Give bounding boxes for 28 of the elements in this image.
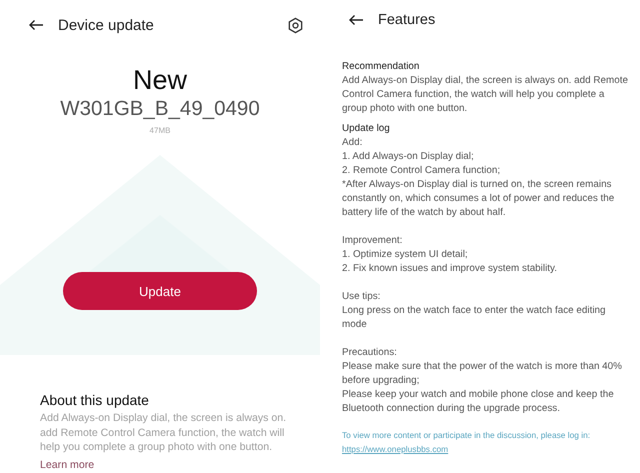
text-line: *After Always-on Display dial is turned on, the screen remains constantly on, which consumes a lot of power and reduces the battery life of the watch by about half. — [342, 178, 616, 220]
text-line: Precautions: — [342, 346, 398, 360]
about-title: About this update — [40, 391, 150, 409]
back-arrow-icon[interactable] — [348, 14, 364, 26]
text-line: Improvement: — [342, 234, 404, 248]
file-size: 47MB — [150, 126, 170, 135]
login-note: To view more content or participate in the discussion, please log in: — [342, 429, 592, 442]
text-line: Add: — [342, 136, 364, 150]
section-heading: Update log — [342, 122, 391, 136]
text-line: Add Always-on Display dial, the screen is always on. add Remote Control Camera function, the watch will help you complete a group photo with one button. — [342, 74, 629, 116]
firmware-version: W301GB_B_49_0490 — [60, 96, 260, 122]
text-line: 1. Optimize system UI detail; — [342, 248, 469, 262]
text-line: 2. Remote Control Camera function; — [342, 164, 502, 178]
back-arrow-icon[interactable] — [28, 19, 44, 31]
text-line: Use tips: — [342, 290, 382, 304]
text-line: Please make sure that the power of the watch is more than 40% before upgrading; — [342, 360, 623, 388]
section-heading: Recommendation — [342, 60, 420, 74]
settings-icon[interactable] — [287, 16, 304, 34]
screen-title: Device update — [58, 16, 154, 34]
text-line: 1. Add Always-on Display dial; — [342, 150, 475, 164]
text-line: Please keep your watch and mobile phone close and keep the Bluetooth connection during the upgrade process. — [342, 388, 615, 416]
screen-title: Features — [378, 12, 436, 28]
text-line: Long press on the watch face to enter the watch face editing mode — [342, 304, 607, 332]
about-text: Add Always-on Display dial, the screen is always on. add Remote Control Camera function, the watch will help you complete a group photo with one button. — [40, 411, 288, 454]
text-line: 2. Fix known issues and improve system stability. — [342, 262, 558, 276]
update-button[interactable]: Update — [63, 272, 257, 310]
update-status: New — [132, 64, 187, 96]
learn-more-link[interactable]: Learn more — [40, 458, 94, 470]
